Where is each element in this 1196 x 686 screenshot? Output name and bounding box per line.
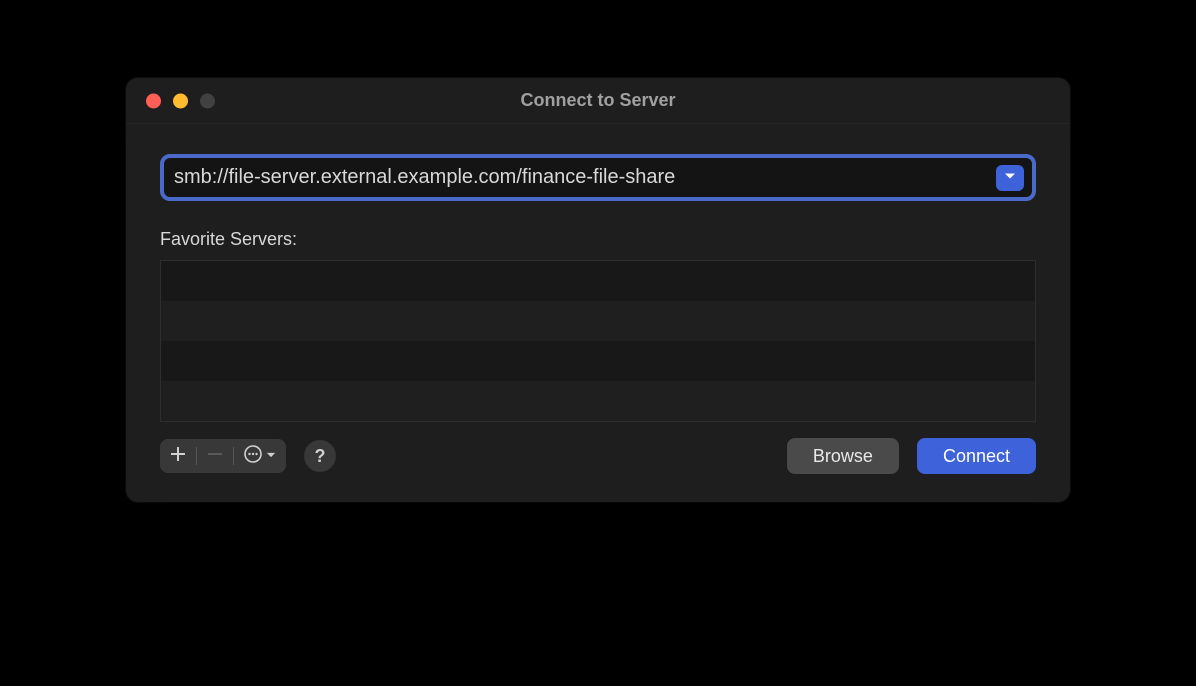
chevron-down-icon xyxy=(266,447,276,465)
browse-button[interactable]: Browse xyxy=(787,438,899,474)
help-button[interactable]: ? xyxy=(304,440,336,472)
add-favorite-button[interactable] xyxy=(170,446,186,467)
divider xyxy=(196,447,197,465)
window-title: Connect to Server xyxy=(520,90,675,111)
traffic-lights xyxy=(146,93,215,108)
connect-to-server-window: Connect to Server Favorite Servers: xyxy=(126,78,1070,502)
remove-favorite-button xyxy=(207,446,223,467)
connect-button[interactable]: Connect xyxy=(917,438,1036,474)
favorite-servers-list[interactable] xyxy=(160,260,1036,422)
list-row xyxy=(161,301,1035,341)
list-row xyxy=(161,341,1035,381)
favorites-label: Favorite Servers: xyxy=(160,229,1036,250)
content: Favorite Servers: xyxy=(126,124,1070,502)
maximize-button xyxy=(200,93,215,108)
recent-servers-dropdown[interactable] xyxy=(996,165,1024,191)
titlebar: Connect to Server xyxy=(126,78,1070,124)
minus-icon xyxy=(207,446,223,467)
server-address-input[interactable] xyxy=(164,158,992,197)
ellipsis-circle-icon xyxy=(244,445,262,468)
minimize-button[interactable] xyxy=(173,93,188,108)
more-actions-menu[interactable] xyxy=(244,445,276,468)
close-button[interactable] xyxy=(146,93,161,108)
list-row xyxy=(161,381,1035,421)
list-row xyxy=(161,261,1035,301)
favorites-actions xyxy=(160,439,286,473)
plus-icon xyxy=(170,446,186,467)
bottom-toolbar: ? Browse Connect xyxy=(160,438,1036,474)
server-address-field[interactable] xyxy=(160,154,1036,201)
chevron-down-icon xyxy=(1004,169,1016,187)
help-icon: ? xyxy=(315,446,326,467)
divider xyxy=(233,447,234,465)
